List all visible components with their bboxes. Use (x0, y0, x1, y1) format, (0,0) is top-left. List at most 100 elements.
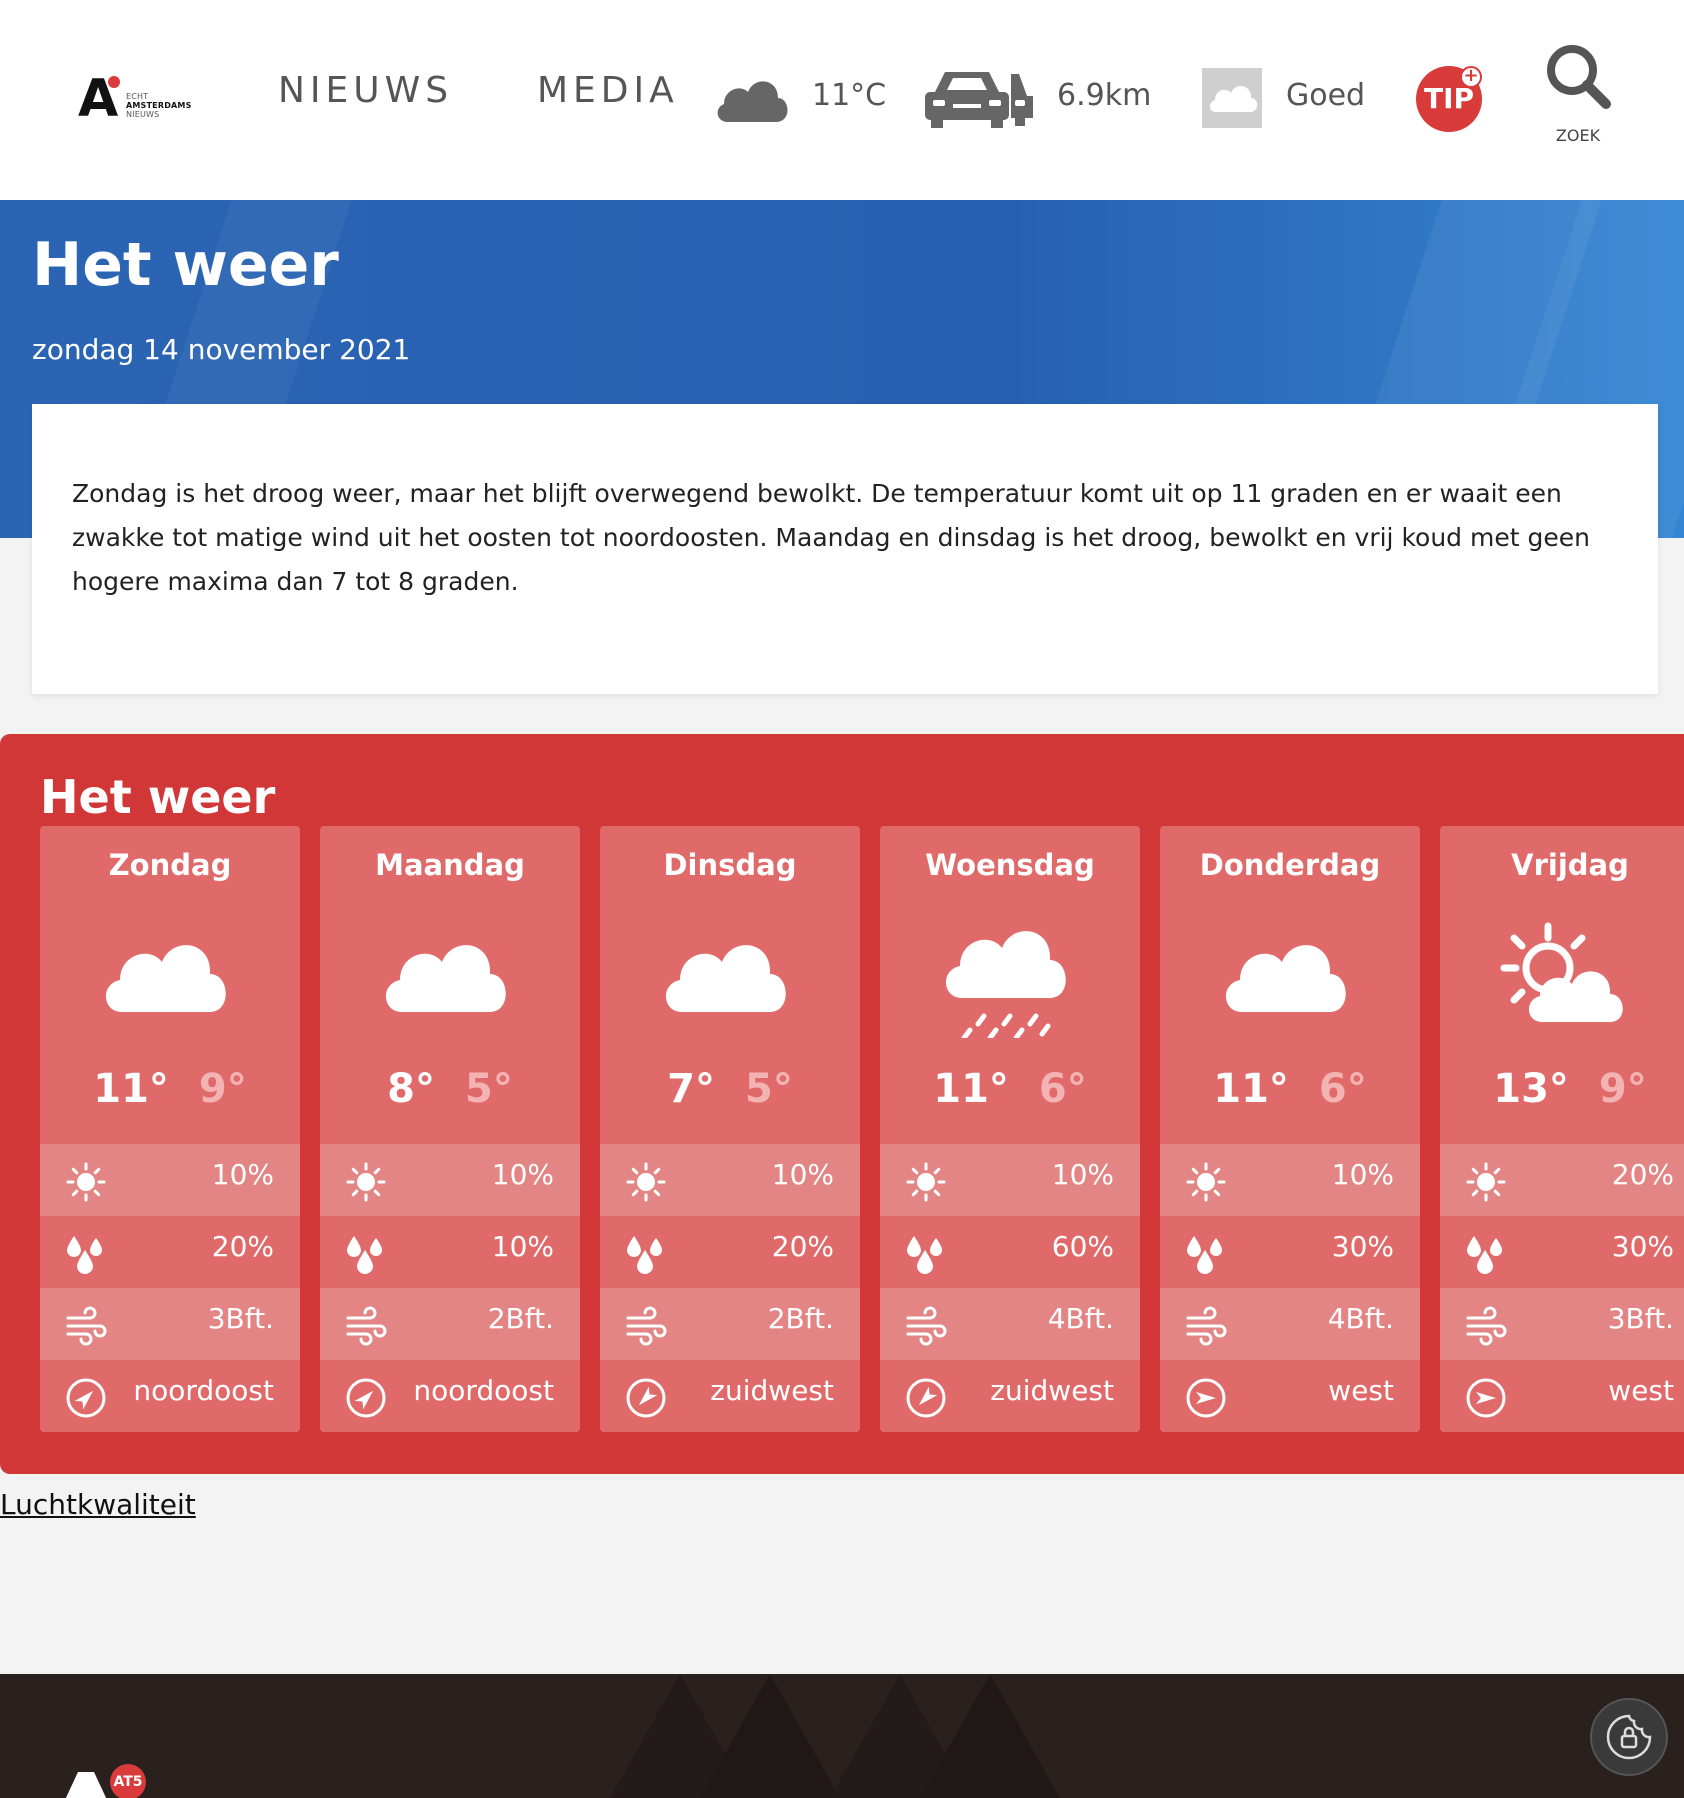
wind-row: 2Bft. (600, 1288, 860, 1360)
sun-cloud-icon (1500, 918, 1640, 1038)
wind-icon (1464, 1304, 1508, 1348)
sun-icon (904, 1160, 948, 1204)
rain-row: 60% (880, 1216, 1140, 1288)
wind-force: 4Bft. (1047, 1302, 1114, 1335)
wind-row: 4Bft. (1160, 1288, 1420, 1360)
wind-row: 3Bft. (1440, 1288, 1684, 1360)
wind-icon (64, 1304, 108, 1348)
raindrops-icon (344, 1232, 388, 1276)
direction-row: zuidwest (600, 1360, 860, 1432)
luchtkwaliteit-link[interactable]: Luchtkwaliteit (0, 1488, 196, 1521)
day-temperatures: 13° 9° (1440, 1066, 1684, 1112)
wind-force: 2Bft. (487, 1302, 554, 1335)
day-temperatures: 8° 5° (320, 1066, 580, 1112)
rain-chance: 10% (491, 1230, 554, 1263)
wind-direction: zuidwest (710, 1374, 834, 1407)
logo-dot (108, 76, 120, 88)
max-temperature: 13° (1493, 1066, 1569, 1112)
rain-row: 20% (600, 1216, 860, 1288)
rain-cloud-icon (940, 918, 1080, 1041)
wind-row: 3Bft. (40, 1288, 300, 1360)
footer-logo[interactable] (64, 1772, 114, 1798)
raindrops-icon (904, 1232, 948, 1276)
sun-icon (624, 1160, 668, 1204)
wind-row: 4Bft. (880, 1288, 1140, 1360)
direction-row: zuidwest (880, 1360, 1140, 1432)
day-temperatures: 11° 6° (880, 1066, 1140, 1112)
search-icon (1547, 45, 1611, 109)
forecast-day-card: Maandag 8° 5° 10% 10% 2Bft. noordoost (320, 826, 580, 1432)
sun-row: 10% (600, 1144, 860, 1216)
rain-chance: 60% (1051, 1230, 1114, 1263)
max-temperature: 11° (933, 1066, 1009, 1112)
site-logo[interactable]: A ECHT AMSTERDAMS NIEUWS (78, 73, 198, 125)
page-title: Het weer (32, 230, 339, 300)
day-name: Woensdag (925, 848, 1095, 882)
cookie-settings-button[interactable] (1590, 1698, 1668, 1776)
wind-icon (344, 1304, 388, 1348)
min-temperature: 9° (198, 1066, 247, 1112)
wind-force: 3Bft. (1607, 1302, 1674, 1335)
direction-row: noordoost (320, 1360, 580, 1432)
weather-summary-card: Zondag is het droog weer, maar het blijf… (32, 404, 1658, 694)
cloud-icon (1209, 85, 1258, 112)
raindrops-icon (1184, 1232, 1228, 1276)
logo-line-2: AMSTERDAMS (126, 101, 192, 110)
sun-row: 10% (40, 1144, 300, 1216)
day-name: Dinsdag (663, 848, 797, 882)
direction-row: west (1440, 1360, 1684, 1432)
rain-chance: 30% (1611, 1230, 1674, 1263)
header-air-quality-value[interactable]: Goed (1286, 78, 1365, 113)
footer-badge: AT5 (110, 1764, 146, 1798)
sun-icon (1464, 1160, 1508, 1204)
cloud-icon[interactable] (712, 68, 792, 124)
compass-icon (64, 1376, 108, 1420)
min-temperature: 6° (1038, 1066, 1087, 1112)
wind-force: 4Bft. (1327, 1302, 1394, 1335)
sun-chance: 20% (1611, 1158, 1674, 1191)
wind-force: 2Bft. (767, 1302, 834, 1335)
page-date: zondag 14 november 2021 (32, 333, 411, 366)
tip-plus-icon: + (1460, 66, 1482, 88)
sun-chance: 10% (1331, 1158, 1394, 1191)
footer-decoration (700, 1674, 840, 1798)
direction-row: noordoost (40, 1360, 300, 1432)
sun-icon (1184, 1160, 1228, 1204)
min-temperature: 6° (1318, 1066, 1367, 1112)
forecast-day-card: Zondag 11° 9° 10% 20% 3Bft. noordoost (40, 826, 300, 1432)
day-name: Vrijdag (1511, 848, 1629, 882)
cloud-icon (660, 918, 800, 1038)
max-temperature: 8° (387, 1066, 435, 1112)
wind-direction: noordoost (413, 1374, 554, 1407)
sun-chance: 10% (491, 1158, 554, 1191)
max-temperature: 11° (93, 1066, 169, 1112)
max-temperature: 7° (667, 1066, 715, 1112)
header-traffic-value[interactable]: 6.9km (1057, 78, 1151, 113)
day-name: Donderdag (1199, 848, 1381, 882)
logo-subtitle: ECHT AMSTERDAMS NIEUWS (126, 92, 192, 119)
cars-icon[interactable] (925, 66, 1035, 128)
wind-row: 2Bft. (320, 1288, 580, 1360)
nav-nieuws[interactable]: NIEUWS (278, 70, 453, 111)
nav-media[interactable]: MEDIA (537, 70, 679, 111)
raindrops-icon (624, 1232, 668, 1276)
forecast-title: Het weer (40, 770, 276, 824)
compass-icon (344, 1376, 388, 1420)
site-footer: AT5 (0, 1674, 1684, 1798)
wind-icon (624, 1304, 668, 1348)
header-temperature[interactable]: 11°C (812, 78, 886, 113)
direction-row: west (1160, 1360, 1420, 1432)
min-temperature: 9° (1598, 1066, 1647, 1112)
forecast-section: Het weer Zondag 11° 9° 10% 20% 3Bft. noordoost… (0, 734, 1684, 1474)
cloud-icon (100, 918, 240, 1038)
sun-row: 10% (320, 1144, 580, 1216)
air-quality-icon[interactable] (1202, 68, 1262, 128)
wind-direction: zuidwest (990, 1374, 1114, 1407)
wind-icon (1184, 1304, 1228, 1348)
forecast-day-card: Donderdag 11° 6° 10% 30% 4Bft. west (1160, 826, 1420, 1432)
search-button[interactable]: ZOEK (1540, 42, 1616, 148)
sun-icon (64, 1160, 108, 1204)
day-name: Maandag (375, 848, 525, 882)
rain-chance: 30% (1331, 1230, 1394, 1263)
wind-direction: west (1608, 1374, 1674, 1407)
